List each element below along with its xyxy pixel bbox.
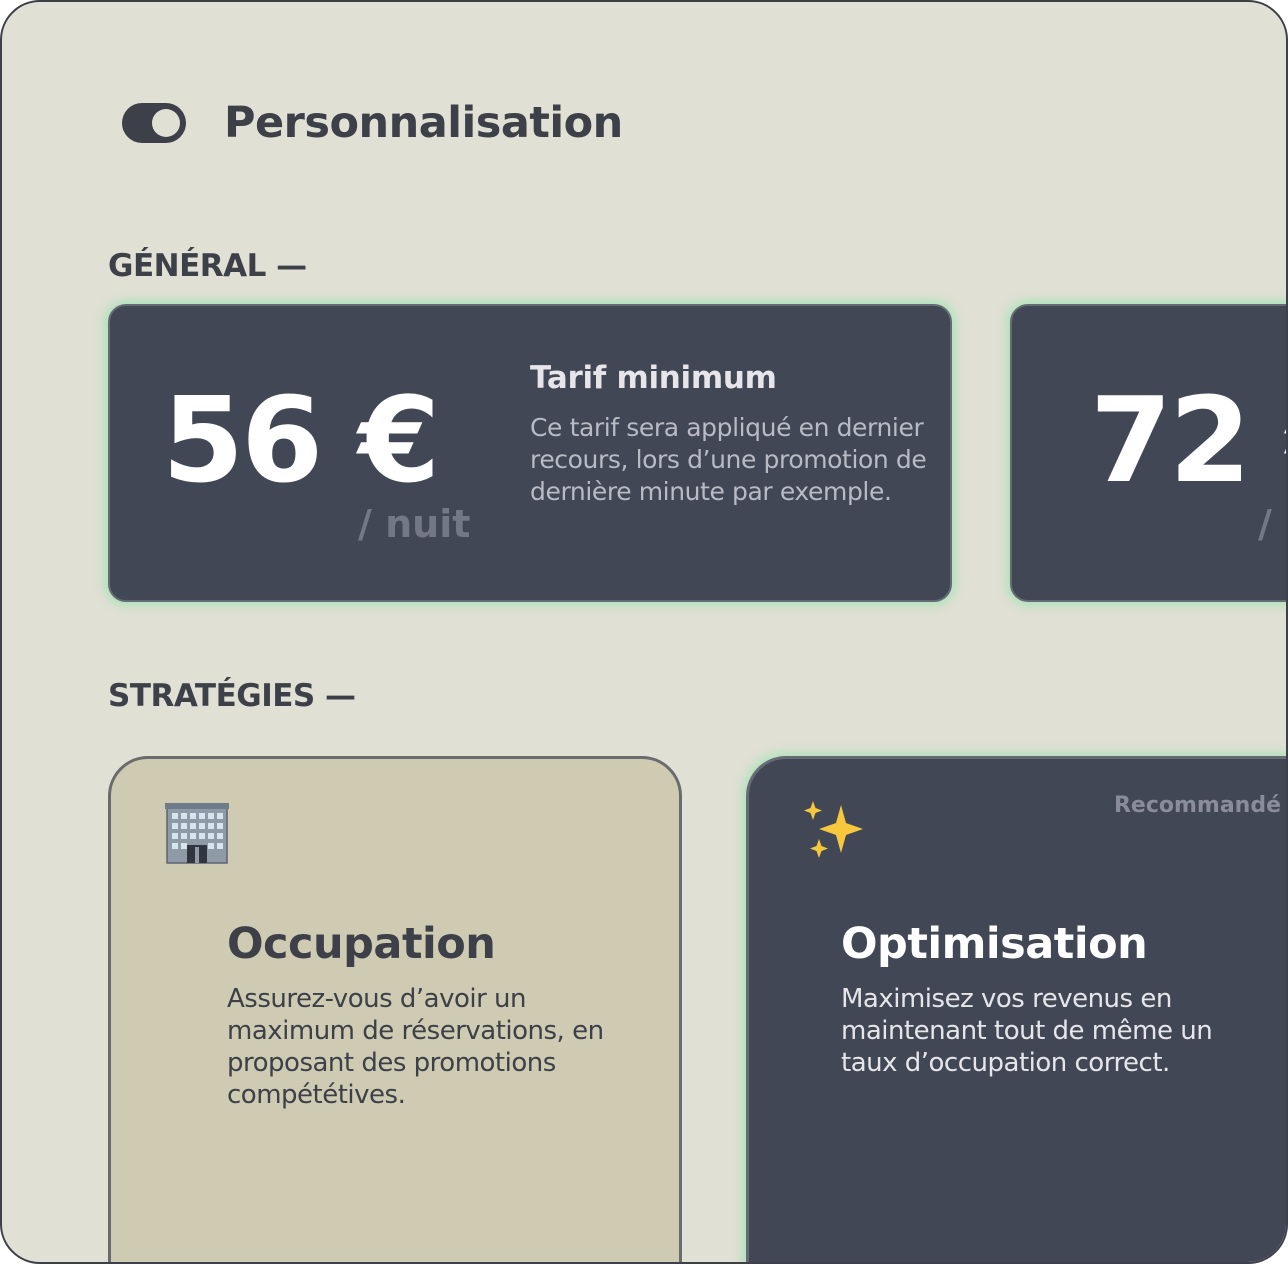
price-card-second[interactable]: 72 € / nuit <box>1010 304 1286 602</box>
sparkles-icon <box>804 801 863 858</box>
recommended-badge: Recommandé <box>1113 793 1281 818</box>
page-title: Personnalisation <box>224 98 623 148</box>
price-amount: 56 € <box>162 371 440 509</box>
price-unit: / nuit <box>358 502 471 546</box>
office-building-icon <box>165 803 229 864</box>
strategy-description: Maximisez vos revenus en maintenant tout… <box>841 984 1213 1078</box>
price-card-minimum[interactable]: 56 € / nuit Tarif minimum Ce tarif sera … <box>108 304 952 602</box>
strategy-title: Occupation <box>227 919 496 969</box>
price-info: Tarif minimum Ce tarif sera appliqué en … <box>530 360 930 508</box>
section-label-strategies: STRATÉGIES — <box>108 678 356 714</box>
strategy-title: Optimisation <box>841 919 1148 969</box>
price-unit: / nuit <box>1258 502 1286 546</box>
strategy-card-optimisation[interactable]: Recommandé Optimisation Maximisez vos re… <box>746 756 1286 1262</box>
settings-panel: Personnalisation GÉNÉRAL — 56 € / nuit T… <box>0 0 1288 1264</box>
section-label-general: GÉNÉRAL — <box>108 248 307 284</box>
strategy-card-occupation[interactable]: Occupation Assurez-vous d’avoir un maxim… <box>108 756 682 1262</box>
toggle-knob <box>152 109 180 137</box>
toggle-icon[interactable] <box>122 103 186 143</box>
price-info-title: Tarif minimum <box>530 360 777 396</box>
price-amount: 72 € <box>1090 371 1286 509</box>
price-info-description: Ce tarif sera appliqué en dernier recour… <box>530 413 927 506</box>
page-header: Personnalisation <box>122 98 623 148</box>
strategy-description: Assurez-vous d’avoir un maximum de réser… <box>227 984 604 1110</box>
